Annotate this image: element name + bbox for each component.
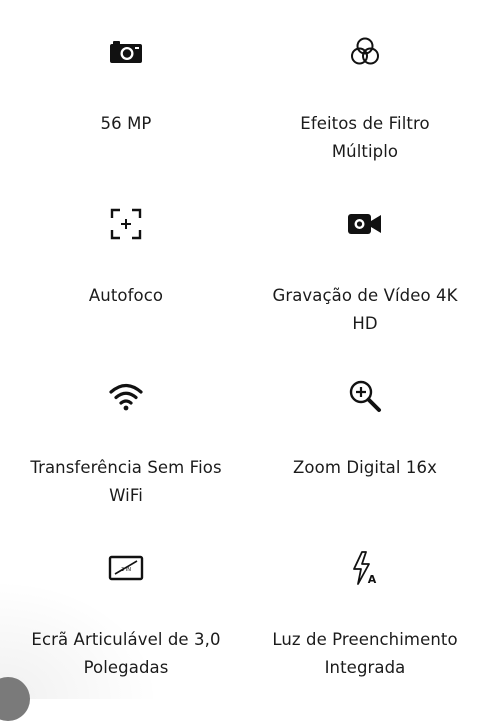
camera-icon	[106, 32, 146, 72]
video-camera-icon	[345, 204, 385, 244]
autofocus-icon	[106, 204, 146, 244]
auto-flash-icon: A	[345, 548, 385, 588]
feature-digital-zoom: Zoom Digital 16x	[245, 376, 485, 486]
wifi-icon	[106, 376, 146, 416]
feature-label: Transferência Sem Fios WiFi	[30, 458, 222, 505]
feature-fill-light: A Luz de Preenchimento Integrada	[245, 548, 485, 688]
filter-effects-icon	[345, 32, 385, 72]
feature-label: Luz de Preenchimento Integrada	[272, 630, 458, 677]
svg-text:A: A	[368, 573, 377, 586]
feature-filter-effects: Efeitos de Filtro Múltiplo	[245, 32, 485, 172]
feature-grid: 56 MP Efeitos de Filtro Múltiplo Autofoc…	[0, 0, 491, 699]
feature-label: Gravação de Vídeo 4K HD	[272, 286, 458, 333]
feature-label: Ecrã Articulável de 3,0 Polegadas	[31, 630, 221, 677]
zoom-in-icon	[345, 376, 385, 416]
feature-label: Zoom Digital 16x	[293, 458, 437, 477]
feature-autofocus: Autofoco	[6, 204, 246, 314]
feature-megapixels: 56 MP	[6, 32, 246, 142]
feature-label: Efeitos de Filtro Múltiplo	[300, 114, 430, 161]
feature-4k-video: Gravação de Vídeo 4K HD	[245, 204, 485, 344]
feature-label: Autofoco	[88, 286, 164, 305]
feature-wifi: Transferência Sem Fios WiFi	[6, 376, 246, 516]
flip-screen-icon: 3 IN	[106, 548, 146, 588]
feature-label: 56 MP	[100, 114, 152, 133]
feature-flip-screen: 3 IN Ecrã Articulável de 3,0 Polegadas	[6, 548, 246, 688]
flip-screen-icon-text: 3 IN	[121, 567, 131, 573]
